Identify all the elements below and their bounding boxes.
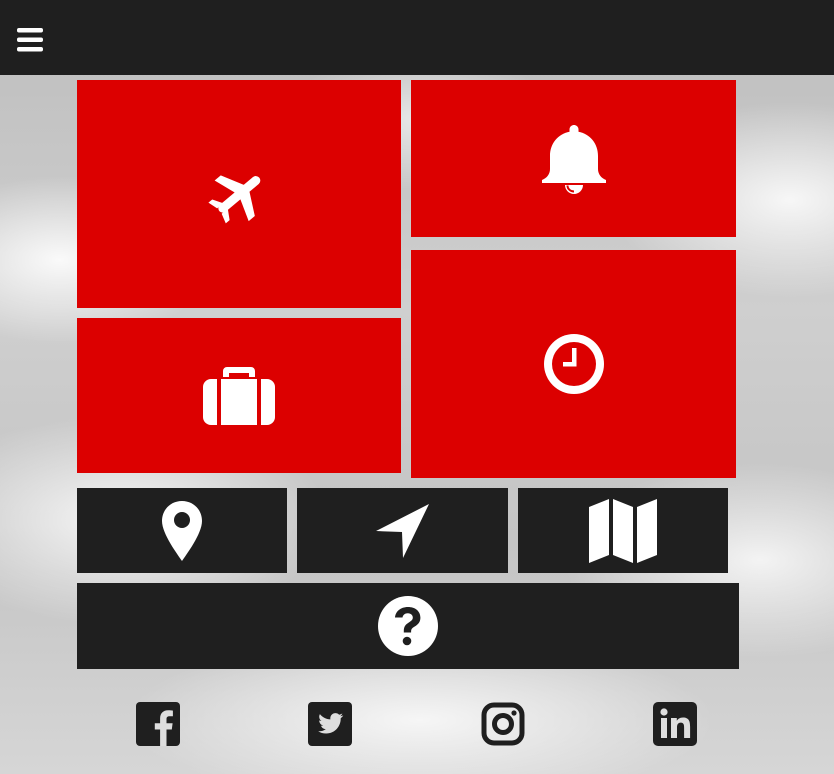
time-tile[interactable] [411, 250, 736, 478]
bell-icon [541, 124, 606, 194]
notifications-tile[interactable] [411, 80, 736, 237]
suitcase-icon [203, 366, 275, 425]
flights-tile[interactable] [77, 80, 401, 308]
map-tile[interactable] [518, 488, 728, 573]
location-arrow-icon [375, 503, 429, 558]
clock-icon [543, 334, 604, 394]
instagram-icon [481, 702, 525, 746]
twitter-link[interactable] [306, 700, 354, 748]
menu-button[interactable] [12, 22, 48, 58]
twitter-icon [308, 702, 352, 746]
bars-icon [17, 28, 43, 52]
plane-icon [208, 175, 261, 224]
help-tile[interactable] [77, 583, 739, 669]
location-tile[interactable] [77, 488, 287, 573]
question-circle-icon [378, 596, 438, 656]
navigation-tile[interactable] [297, 488, 508, 573]
facebook-icon [136, 702, 180, 746]
top-bar [0, 0, 834, 75]
map-icon [589, 498, 657, 563]
linkedin-link[interactable] [651, 700, 699, 748]
linkedin-icon [653, 702, 697, 746]
facebook-link[interactable] [134, 700, 182, 748]
map-marker-icon [162, 500, 202, 561]
baggage-tile[interactable] [77, 318, 401, 473]
instagram-link[interactable] [479, 700, 527, 748]
